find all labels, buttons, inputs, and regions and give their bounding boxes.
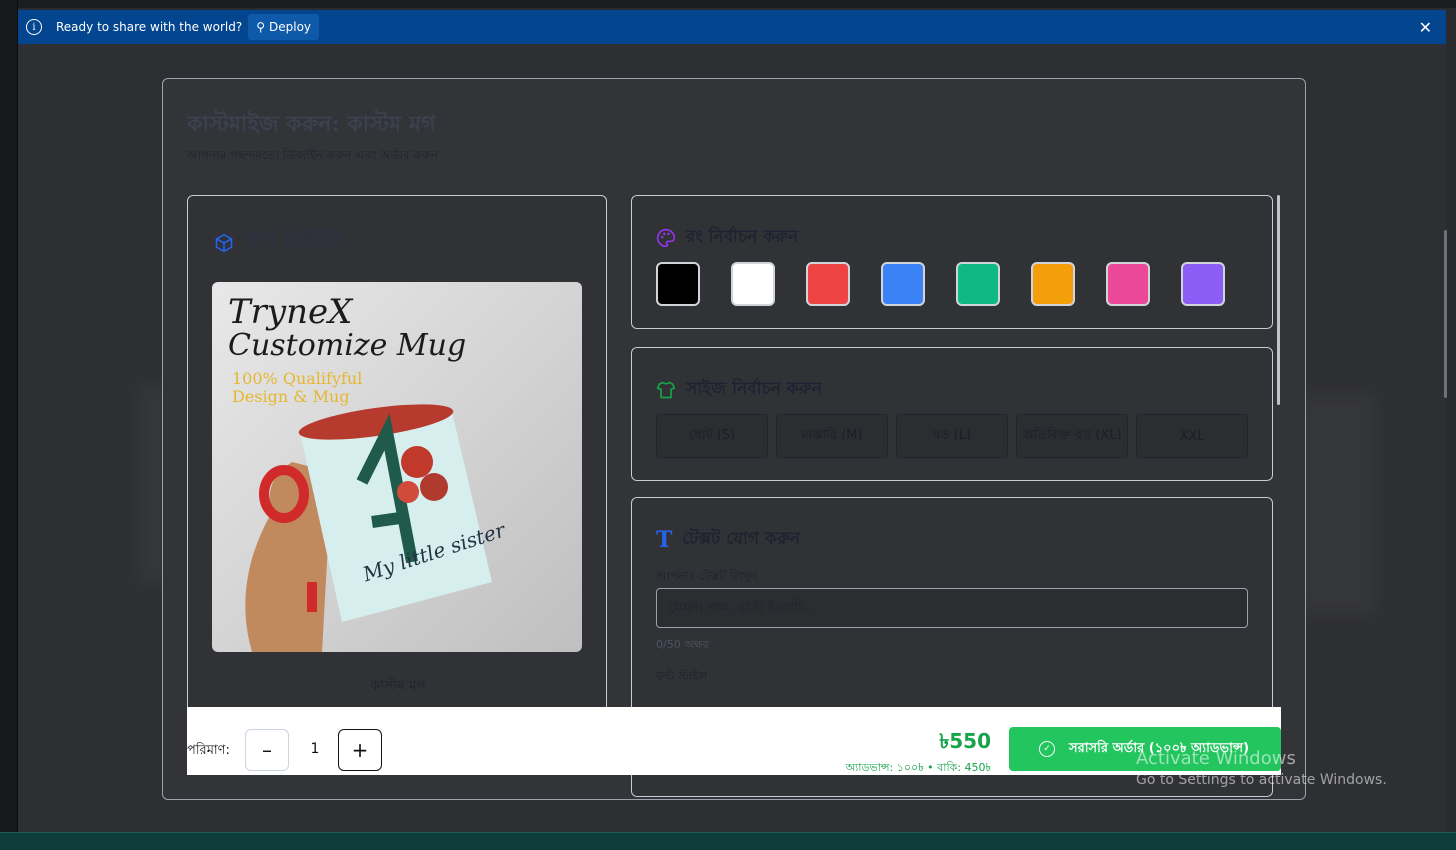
modal-scrollbar[interactable] — [1277, 195, 1280, 405]
color-header: রং নির্বাচন করুন — [656, 224, 798, 252]
quantity-value: 1 — [310, 741, 320, 757]
total-price: ৳550 — [939, 729, 991, 753]
font-style-label: ফন্ট স্টাইল — [656, 669, 708, 683]
size-option-button[interactable]: অতিরিক্ত বড় (XL) — [1016, 414, 1128, 458]
customize-modal: কাস্টমাইজ করুন: কাস্টম মগ আপনার পছন্দমতো… — [162, 78, 1306, 800]
size-option-button[interactable]: XXL — [1136, 414, 1248, 458]
editor-left-bar — [0, 0, 18, 850]
modal-title: কাস্টমাইজ করুন: কাস্টম মগ — [187, 111, 436, 137]
preview-header: পণ্য প্রিভিউ — [214, 226, 339, 259]
page-scrollbar[interactable] — [1444, 230, 1447, 398]
color-swatch[interactable] — [1106, 262, 1150, 306]
deploy-message: Ready to share with the world? — [56, 20, 243, 34]
color-swatch-list — [656, 262, 1225, 306]
product-image: TryneX Customize Mug 100% Qualifyful Des… — [212, 282, 582, 652]
color-heading: রং নির্বাচন করুন — [686, 227, 799, 247]
text-icon: T — [656, 527, 673, 553]
product-name: কাস্টম মগ — [370, 678, 426, 694]
deploy-button[interactable]: ⚲ Deploy — [248, 14, 320, 40]
color-swatch[interactable] — [731, 262, 775, 306]
color-swatch[interactable] — [806, 262, 850, 306]
preview-heading: পণ্য প্রিভিউ — [244, 228, 340, 252]
color-selection-panel: রং নির্বাচন করুন — [631, 195, 1273, 329]
color-swatch[interactable] — [1031, 262, 1075, 306]
palette-icon — [656, 228, 676, 248]
deploy-button-label: Deploy — [269, 20, 312, 34]
color-swatch[interactable] — [1181, 262, 1225, 306]
increase-quantity-button[interactable]: + — [338, 729, 382, 771]
taskbar — [0, 832, 1456, 850]
cube-icon — [215, 233, 233, 252]
modal-subtitle: আপনার পছন্দমতো ডিজাইন করুন এবং অর্ডার কর… — [187, 148, 438, 162]
close-icon[interactable]: ✕ — [1419, 18, 1432, 37]
activation-watermark-text: Go to Settings to activate Windows. — [1136, 772, 1387, 788]
size-option-button[interactable]: বড় (L) — [896, 414, 1008, 458]
window-top-strip — [0, 0, 1456, 8]
size-selection-panel: সাইজ নির্বাচন করুন ছোট (S) মাঝারি (M) বড় … — [631, 347, 1273, 481]
deploy-banner: i Ready to share with the world? ⚲ Deplo… — [18, 10, 1446, 44]
text-header: T টেক্সট যোগ করুন — [656, 526, 800, 554]
text-field-label: আপনার টেক্সট লিখুন — [656, 569, 758, 583]
check-circle-icon: ✓ — [1039, 741, 1055, 757]
size-option-button[interactable]: মাঝারি (M) — [776, 414, 888, 458]
size-header: সাইজ নির্বাচন করুন — [656, 376, 822, 404]
color-swatch[interactable] — [881, 262, 925, 306]
product-preview-panel: পণ্য প্রিভিউ TryneX Customize Mug 100% Q… — [187, 195, 607, 715]
price-breakdown: অ্যাডভান্স: ১০০৳ • বাকি: 450৳ — [845, 761, 991, 774]
shirt-icon — [656, 381, 676, 399]
color-swatch[interactable] — [656, 262, 700, 306]
size-option-list: ছোট (S) মাঝারি (M) বড় (L) অতিরিক্ত বড় (XL… — [656, 414, 1248, 458]
pin-icon: ⚲ — [256, 20, 265, 34]
info-icon: i — [26, 19, 42, 35]
color-swatch[interactable] — [956, 262, 1000, 306]
order-footer: পরিমাণ: – 1 + ৳550 অ্যাডভান্স: ১০০৳ • বা… — [187, 707, 1281, 775]
size-heading: সাইজ নির্বাচন করুন — [686, 379, 822, 399]
decrease-quantity-button[interactable]: – — [245, 729, 289, 771]
char-counter: 0/50 অক্ষর — [656, 638, 709, 651]
size-option-button[interactable]: ছোট (S) — [656, 414, 768, 458]
text-heading: টেক্সট যোগ করুন — [682, 529, 800, 549]
mug-illustration — [245, 404, 492, 652]
activation-watermark-title: Activate Windows — [1136, 748, 1296, 769]
custom-text-input[interactable]: যেমন: নাম, বার্তা ইত্যাদি... — [656, 588, 1248, 628]
quantity-label: পরিমাণ: — [187, 743, 230, 758]
